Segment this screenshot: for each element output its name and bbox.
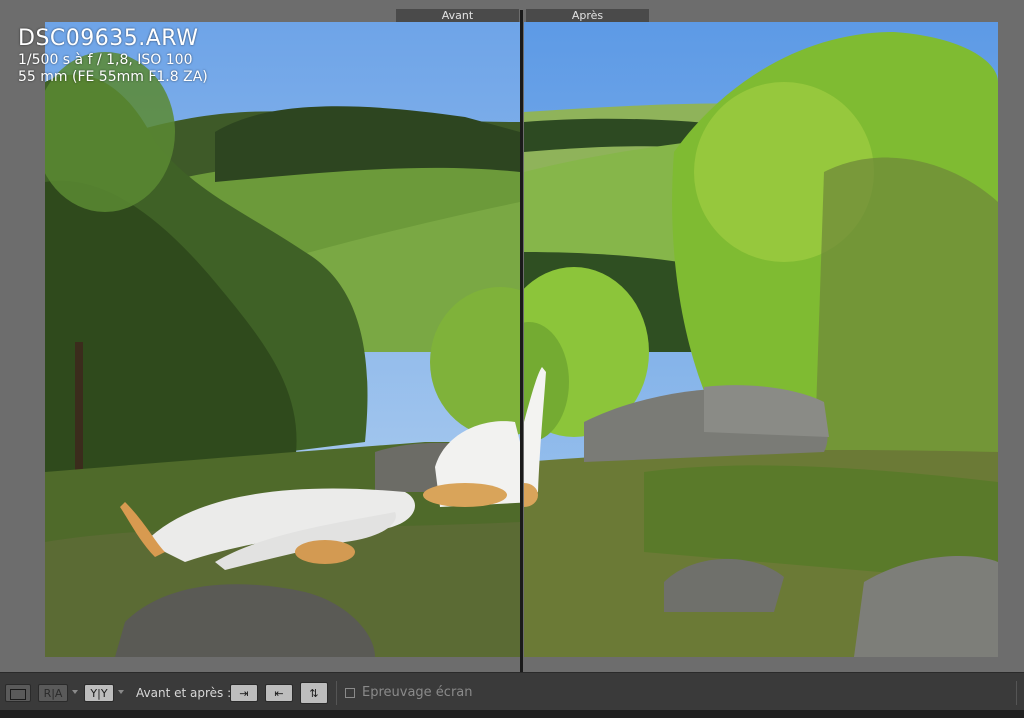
loupe-view-button[interactable]: [5, 684, 31, 702]
softproof-checkbox[interactable]: [345, 688, 355, 698]
before-label: Avant: [396, 9, 519, 23]
single-view-icon: [10, 688, 26, 700]
bottom-toolbar: R|A Y|Y Avant et après : ⇥ ⇤ ⇅ Epreuvage…: [0, 672, 1024, 711]
before-photo-image: [45, 22, 520, 657]
after-photo-image: [524, 22, 998, 657]
before-after-label: Avant et après :: [136, 686, 232, 700]
softproof-label: Epreuvage écran: [362, 685, 473, 700]
copy-after-to-before-button[interactable]: ⇤: [265, 684, 293, 702]
toolbar-end-separator: [1016, 681, 1017, 705]
lens-text: 55 mm (FE 55mm F1.8 ZA): [18, 69, 208, 85]
toolbar-separator: [336, 681, 337, 705]
exposure-text: 1/500 s à f / 1,8, ISO 100: [18, 52, 193, 68]
photo-info-overlay: DSC09635.ARW 1/500 s à f / 1,8, ISO 100 …: [18, 26, 208, 86]
yy-compare-button[interactable]: Y|Y: [84, 684, 114, 702]
ra-compare-button[interactable]: R|A: [38, 684, 68, 702]
filename-text: DSC09635.ARW: [18, 26, 199, 51]
window-bottom-edge: [0, 710, 1024, 718]
arrow-right-icon: ⇥: [239, 687, 249, 700]
split-divider[interactable]: [520, 10, 523, 672]
swap-button[interactable]: ⇅: [300, 682, 328, 704]
after-label: Après: [526, 9, 649, 23]
ra-chevron-down-icon[interactable]: [72, 690, 78, 694]
yy-chevron-down-icon[interactable]: [118, 690, 124, 694]
arrow-left-icon: ⇤: [274, 687, 284, 700]
before-photo[interactable]: [45, 22, 520, 657]
after-photo[interactable]: [524, 22, 998, 657]
copy-before-to-after-button[interactable]: ⇥: [230, 684, 258, 702]
comparison-view: Avant Après DSC09635.ARW 1/500 s à f / 1…: [0, 0, 1024, 672]
swap-icon: ⇅: [309, 687, 319, 700]
